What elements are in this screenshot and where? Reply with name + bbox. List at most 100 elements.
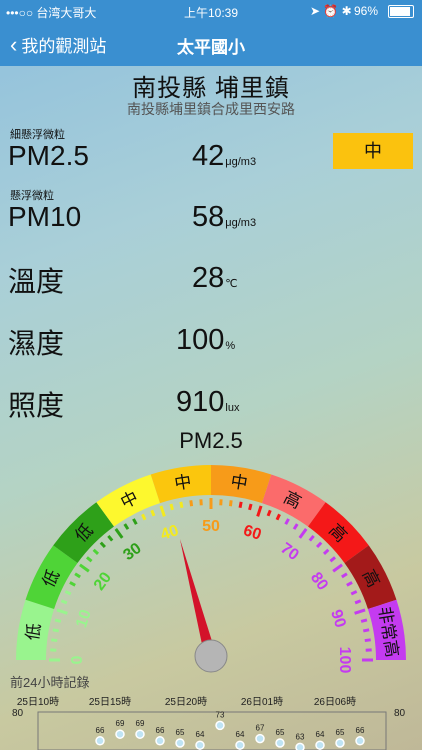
- pm10-unit: μg/m3: [225, 217, 257, 229]
- back-button[interactable]: ‹ 我的觀測站: [10, 32, 106, 57]
- gauge-minor-tick: [85, 556, 93, 563]
- gauge-tick-label: 20: [91, 569, 115, 593]
- gauge-major-tick: [56, 608, 68, 615]
- history-x-label: 25日10時: [17, 696, 59, 708]
- gauge-minor-tick: [284, 518, 290, 525]
- gauge-major-tick: [79, 563, 90, 573]
- back-label: 我的觀測站: [21, 37, 107, 56]
- gauge-minor-tick: [360, 618, 368, 623]
- history-point-label: 64: [236, 730, 245, 739]
- gauge-minor-tick: [107, 534, 114, 542]
- gauge-tick-label: 100: [336, 647, 353, 674]
- pm10-value: 58μg/m3: [192, 201, 256, 234]
- gauge-title: PM2.5: [179, 428, 243, 453]
- gauge-major-tick: [256, 505, 263, 517]
- nav-bar: ‹ 我的觀測站 太平國小: [0, 22, 422, 66]
- gauge-minor-tick: [329, 556, 337, 563]
- gauge-minor-tick: [51, 638, 58, 643]
- history-x-label: 26日06時: [314, 696, 356, 708]
- gauge-minor-tick: [266, 509, 272, 517]
- history-y-label-right: 80: [394, 708, 406, 719]
- status-bar: •••○○ 台湾大哥大 上午10:39 ➤ ⏰ ✱ 96%: [0, 0, 422, 22]
- pm25-unit: μg/m3: [225, 156, 257, 168]
- pm25-number: 42: [192, 140, 225, 172]
- gauge-minor-tick: [248, 503, 253, 511]
- gauge-needle-hub: [194, 639, 228, 673]
- gauge-tick-label: 70: [277, 540, 301, 564]
- history-y-label-left: 80: [12, 708, 24, 719]
- gauge-segment-label: 低: [23, 622, 44, 642]
- history-point: [115, 729, 125, 739]
- history-point: [295, 742, 305, 750]
- illuminance-label: 照度: [8, 390, 65, 421]
- gauge-minor-tick: [189, 500, 194, 507]
- history-point-label: 64: [196, 730, 205, 739]
- history-x-label: 26日01時: [241, 696, 283, 708]
- history-point-label: 63: [296, 732, 305, 741]
- gauge-minor-tick: [179, 501, 184, 509]
- history-point-label: 65: [176, 728, 185, 737]
- pm25-gauge: 低低低中中 中高高高非常高010203040 50 60708090100: [16, 465, 406, 674]
- humidity-value: 100%: [176, 324, 235, 357]
- history-point: [235, 740, 245, 750]
- pm10-label: PM10: [8, 201, 82, 232]
- gauge-minor-tick: [64, 590, 72, 596]
- battery-icon: [388, 5, 414, 18]
- history-point-label: 67: [256, 724, 265, 733]
- station-name: 南投縣 埔里鎮: [132, 75, 290, 102]
- history-point-label: 66: [96, 726, 105, 735]
- chevron-left-icon: ‹: [10, 31, 18, 57]
- gauge-minor-tick: [354, 599, 362, 605]
- gauge-minor-tick: [141, 513, 147, 521]
- history-point: [155, 736, 165, 746]
- history-x-label: 25日15時: [89, 696, 131, 708]
- aqi-level-badge[interactable]: 中: [333, 133, 413, 169]
- gauge-minor-tick: [92, 548, 100, 555]
- illuminance-unit: lux: [225, 402, 240, 414]
- clock: 上午10:39: [184, 6, 239, 20]
- gauge-segment-label: 中: [173, 472, 193, 493]
- gauge-minor-tick: [52, 628, 60, 633]
- history-x-label: 25日20時: [165, 696, 207, 708]
- gauge-minor-tick: [346, 581, 353, 587]
- gauge-minor-tick: [292, 523, 299, 530]
- gauge-minor-tick: [350, 590, 358, 596]
- station-address: 南投縣埔里鎮合成里西安路: [127, 101, 295, 117]
- gauge-minor-tick: [54, 618, 62, 623]
- history-point: [315, 740, 325, 750]
- history-chart: 25日10時 25日15時 25日20時 26日01時 26日06時 80 80 66 69 69…: [12, 696, 406, 750]
- gauge-tick-label: 60: [241, 522, 263, 544]
- temperature-label: 溫度: [8, 266, 65, 297]
- gauge-major-tick: [332, 563, 343, 573]
- gauge-segment-label: 中: [229, 472, 249, 493]
- gauge-minor-tick: [308, 534, 315, 542]
- history-point-label: 65: [276, 728, 285, 737]
- history-point-label: 66: [156, 726, 165, 735]
- gauge-tick-label: 50: [202, 518, 220, 535]
- history-title: 前24小時記錄: [10, 675, 90, 690]
- gauge-minor-tick: [322, 548, 330, 555]
- pm25-label: PM2.5: [8, 140, 89, 171]
- gauge-minor-tick: [341, 572, 348, 579]
- history-point: [275, 738, 285, 748]
- gauge-major-tick: [114, 528, 124, 539]
- gauge-tick-label: 40: [159, 522, 181, 544]
- gauge-minor-tick: [275, 513, 281, 521]
- history-point: [355, 736, 365, 746]
- temperature-number: 28: [192, 262, 225, 294]
- illuminance-number: 910: [176, 386, 225, 418]
- gauge-minor-tick: [74, 572, 81, 579]
- battery-percent: 96%: [354, 4, 379, 18]
- history-point-label: 66: [356, 726, 365, 735]
- gauge-minor-tick: [99, 541, 106, 549]
- gauge-major-tick: [298, 528, 308, 539]
- history-point-label: 64: [316, 730, 325, 739]
- gauge-minor-tick: [169, 503, 174, 511]
- gauge-minor-tick: [132, 518, 138, 525]
- illuminance-value: 910lux: [176, 386, 239, 419]
- carrier: •••○○ 台湾大哥大: [6, 6, 97, 20]
- history-point-label: 73: [216, 710, 225, 719]
- history-point: [175, 738, 185, 748]
- gauge-minor-tick: [362, 628, 370, 633]
- history-point: [255, 733, 265, 744]
